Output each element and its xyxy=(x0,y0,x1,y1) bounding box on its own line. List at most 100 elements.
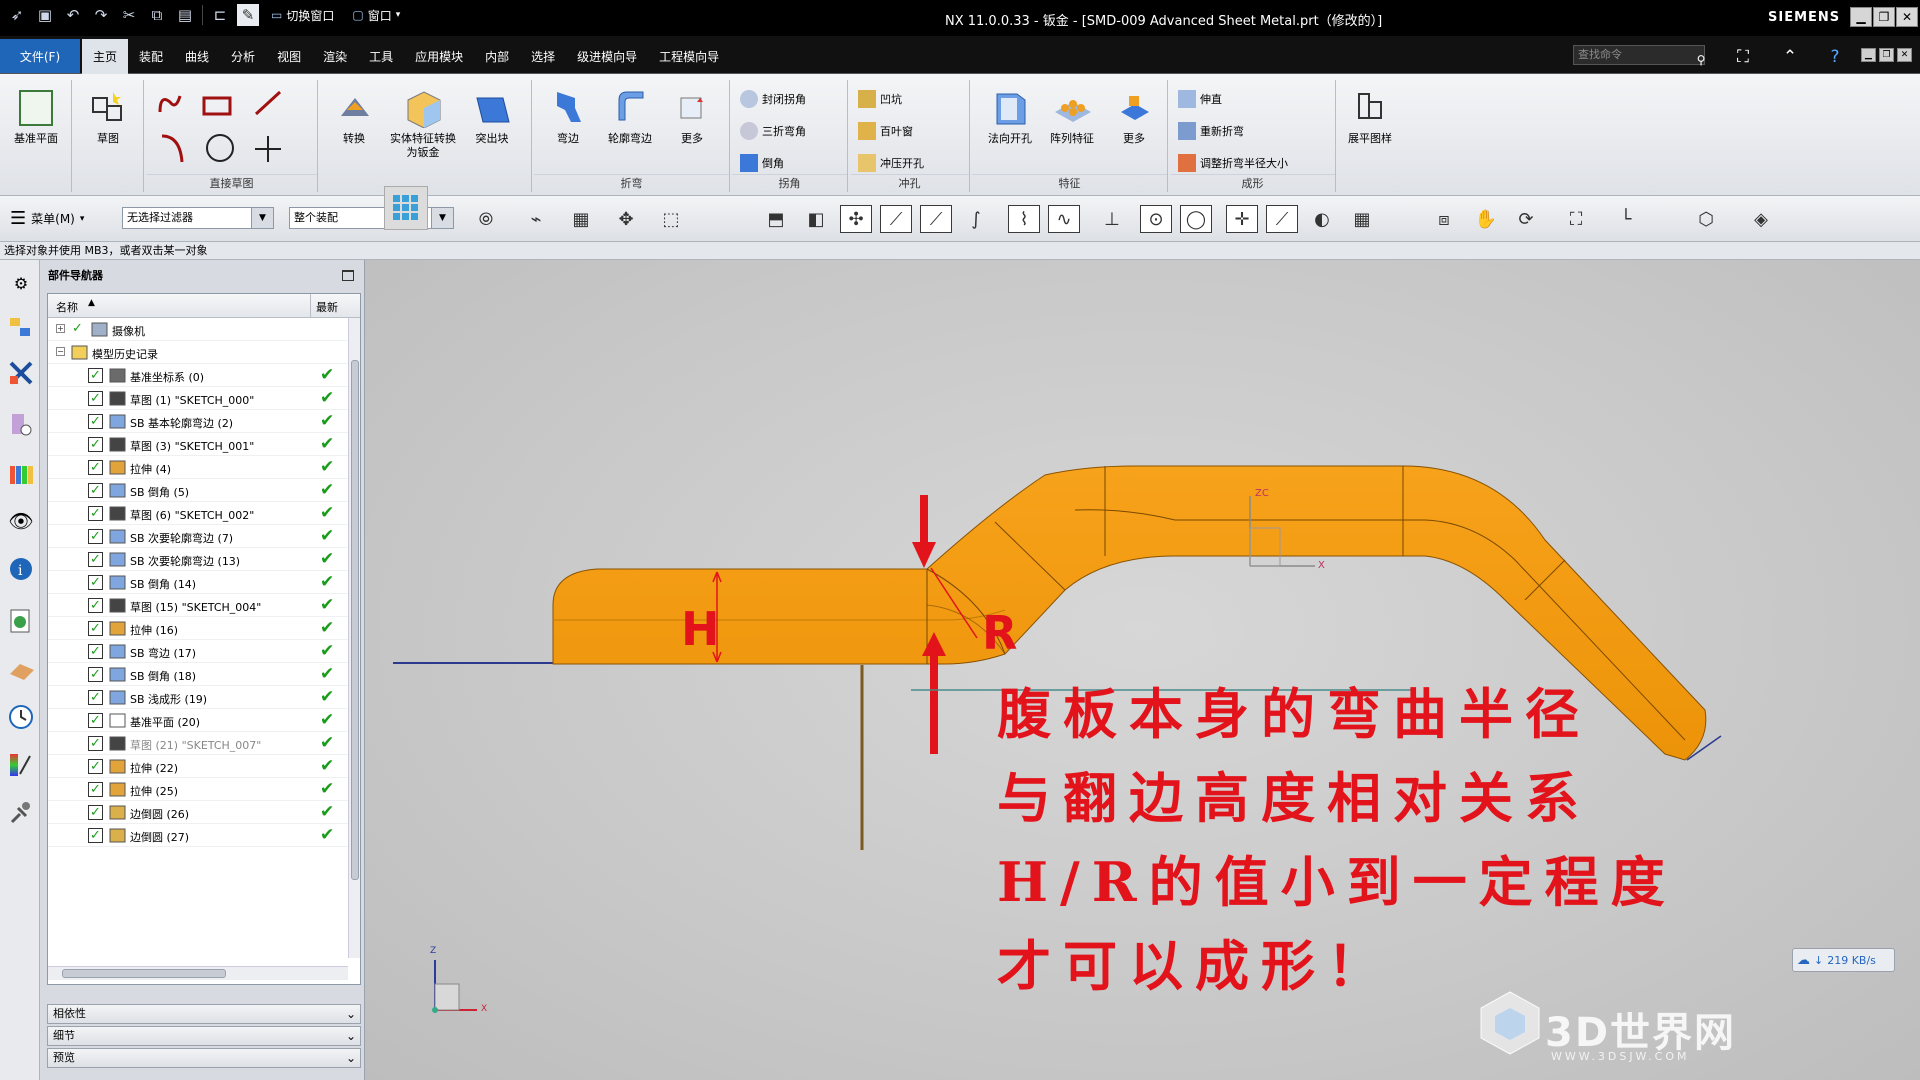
search-icon[interactable]: ⚲ xyxy=(1688,47,1714,73)
point-snap-icon[interactable]: ✣ xyxy=(840,205,872,233)
curve-point-icon[interactable]: ∫ xyxy=(960,205,992,233)
center-point-icon[interactable]: ⊙ xyxy=(1140,205,1172,233)
visibility-checkbox[interactable]: ✓ xyxy=(88,506,103,521)
tree-row[interactable]: ✓ 基准坐标系 (0) ✔ xyxy=(48,364,348,387)
collapse-icon[interactable]: − xyxy=(56,347,65,356)
closed-corner-button[interactable]: 封闭拐角 xyxy=(740,86,806,112)
full-screen-icon[interactable]: ⛶ xyxy=(1730,44,1756,70)
quadrant-point-icon[interactable]: ◯ xyxy=(1180,205,1212,233)
dimple-button[interactable]: 凹坑 xyxy=(858,86,902,112)
history-icon[interactable] xyxy=(6,700,36,734)
close-button[interactable]: ✕ xyxy=(1896,7,1918,27)
direct-sketch-tools-icon[interactable] xyxy=(150,82,300,172)
column-separator[interactable] xyxy=(310,294,311,318)
process-studio-icon[interactable] xyxy=(6,796,36,830)
pan-icon[interactable]: ✋ xyxy=(1470,205,1502,233)
scroll-thumb[interactable] xyxy=(351,360,359,880)
window-menu-button[interactable]: ▢ 窗口 ▾ xyxy=(346,7,406,24)
restore-button[interactable]: ❐ xyxy=(1873,7,1895,27)
tree-row[interactable]: ✓ SB 倒角 (18) ✔ xyxy=(48,663,348,686)
view-orient-icon[interactable]: ◈ xyxy=(1745,205,1777,233)
normal-cutout-button[interactable]: 法向开孔 xyxy=(980,82,1040,146)
snap-point-icon[interactable]: ⦾ xyxy=(470,205,502,233)
visibility-checkbox[interactable]: ✓ xyxy=(88,437,103,452)
eye-icon[interactable]: 👁 xyxy=(6,504,36,538)
datum-plane-button[interactable]: 基准平面 xyxy=(6,82,66,146)
reuse-library-icon[interactable] xyxy=(6,456,36,490)
visibility-checkbox[interactable]: ✓ xyxy=(88,575,103,590)
web-browser-icon[interactable] xyxy=(6,604,36,638)
visibility-checkbox[interactable]: ✓ xyxy=(88,483,103,498)
touch-mode-icon[interactable]: ⊏ xyxy=(209,4,231,26)
tree-row[interactable]: + ✓ 摄像机 xyxy=(48,318,348,341)
filter-settings-icon[interactable]: ⌁ xyxy=(520,205,552,233)
visibility-checkbox[interactable]: ✓ xyxy=(88,621,103,636)
sketch-button[interactable]: 草图 xyxy=(78,82,138,146)
file-menu-tab[interactable]: 文件(F) xyxy=(0,39,80,73)
command-search-input[interactable]: 查找命令 xyxy=(1573,45,1705,65)
scroll-thumb[interactable] xyxy=(62,969,226,978)
repeat-command-icon[interactable]: ✎ xyxy=(237,4,259,26)
column-name-header[interactable]: 名称 xyxy=(56,299,78,315)
contour-flange-button[interactable]: 轮廓弯边 xyxy=(600,82,660,146)
tree-row[interactable]: − 模型历史记录 xyxy=(48,341,348,364)
visibility-checkbox[interactable]: ✓ xyxy=(88,805,103,820)
ribbon-tab[interactable]: 渲染 xyxy=(312,39,358,74)
convert-button[interactable]: 转换 xyxy=(324,82,384,146)
tree-row[interactable]: ✓ SB 倒角 (14) ✔ xyxy=(48,571,348,594)
solid-to-sheet-button[interactable]: 实体特征转换为钣金 xyxy=(388,82,458,160)
visibility-checkbox[interactable]: ✓ xyxy=(88,690,103,705)
tree-row[interactable]: ✓ SB 次要轮廓弯边 (13) ✔ xyxy=(48,548,348,571)
visibility-checkbox[interactable]: ✓ xyxy=(88,391,103,406)
perpendicular-icon[interactable]: ⊥ xyxy=(1096,205,1128,233)
type-filter-select[interactable]: 无选择过滤器 ▼ xyxy=(122,207,274,229)
visibility-checkbox[interactable]: ✓ xyxy=(88,828,103,843)
selection-intent-icon[interactable]: ✥ xyxy=(610,205,642,233)
resize-bend-radius-button[interactable]: 调整折弯半径大小 xyxy=(1178,150,1288,176)
palette-icon[interactable] xyxy=(6,748,36,782)
drawn-cutout-button[interactable]: 冲压开孔 xyxy=(858,150,924,176)
gear-icon[interactable]: ⚙ xyxy=(6,266,36,300)
minimize-button[interactable]: ▁ xyxy=(1850,7,1872,27)
maximize-icon[interactable] xyxy=(342,270,354,281)
fit-icon[interactable]: ⛶ xyxy=(1560,205,1592,233)
undo-icon[interactable]: ↶ xyxy=(62,4,84,26)
tree-row[interactable]: ✓ SB 浅成形 (19) ✔ xyxy=(48,686,348,709)
switch-window-button[interactable]: ▭ 切换窗口 xyxy=(265,7,340,24)
intersection-icon[interactable]: ✛ xyxy=(1226,205,1258,233)
doc-restore-button[interactable]: ❐ xyxy=(1879,48,1894,62)
flange-button[interactable]: 弯边 xyxy=(538,82,598,146)
tree-row[interactable]: ✓ SB 次要轮廓弯边 (7) ✔ xyxy=(48,525,348,548)
wcs-icon[interactable]: └ xyxy=(1610,205,1642,233)
selection-scope-select[interactable]: 整个装配 ▼ xyxy=(289,207,454,229)
tab-button[interactable]: 突出块 xyxy=(462,82,522,146)
more-fold-button[interactable]: 更多 xyxy=(662,82,722,146)
mid-point-icon[interactable]: ⟋ xyxy=(920,205,952,233)
tree-row[interactable]: ✓ SB 弯边 (17) ✔ xyxy=(48,640,348,663)
ribbon-tab[interactable]: 装配 xyxy=(128,39,174,74)
column-latest-header[interactable]: 最新 xyxy=(316,299,338,315)
graphics-window[interactable]: ZC X Z X H R 腹板本身的弯曲半径 与翻边高度相对关系 H/R的值小到… xyxy=(365,260,1920,1080)
nx-logo-icon[interactable]: ➶ xyxy=(6,4,28,26)
tangent-icon[interactable]: ⟋ xyxy=(1266,205,1298,233)
more-feature-button[interactable]: 更多 xyxy=(1104,82,1164,146)
expand-icon[interactable]: + xyxy=(56,324,65,333)
grid-icon[interactable]: ▦ xyxy=(1346,205,1378,233)
ribbon-tab[interactable]: 应用模块 xyxy=(404,39,474,74)
louver-button[interactable]: 百叶窗 xyxy=(858,118,913,144)
ribbon-tab[interactable]: 视图 xyxy=(266,39,312,74)
details-panel[interactable]: 细节 ⌄ xyxy=(47,1026,361,1046)
ribbon-tab[interactable]: 级进模向导 xyxy=(566,39,648,74)
chamfer-button[interactable]: 倒角 xyxy=(740,150,784,176)
rebend-button[interactable]: 重新折弯 xyxy=(1178,118,1244,144)
tree-row[interactable]: ✓ 边倒圆 (26) ✔ xyxy=(48,801,348,824)
tree-row[interactable]: ✓ 边倒圆 (27) ✔ xyxy=(48,824,348,847)
rotate-icon[interactable]: ⟳ xyxy=(1510,205,1542,233)
visibility-checkbox[interactable]: ✓ xyxy=(88,598,103,613)
menu-button[interactable]: ☰ 菜单(M) ▾ xyxy=(10,208,84,229)
cut-icon[interactable]: ✂ xyxy=(118,4,140,26)
ribbon-tab[interactable]: 分析 xyxy=(220,39,266,74)
visibility-checkbox[interactable]: ✓ xyxy=(88,368,103,383)
three-bend-corner-button[interactable]: 三折弯角 xyxy=(740,118,806,144)
visibility-checkbox[interactable]: ✓ xyxy=(88,759,103,774)
